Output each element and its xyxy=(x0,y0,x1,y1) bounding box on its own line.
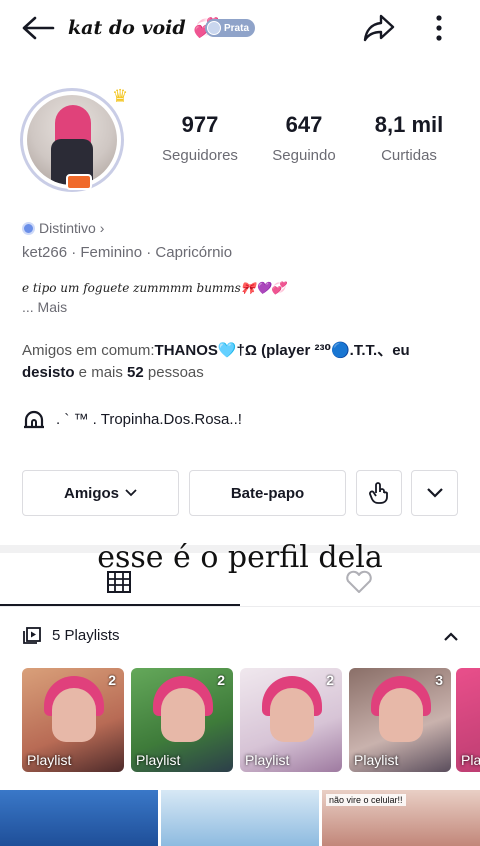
friends-button[interactable]: Amigos xyxy=(22,470,179,516)
camera-sticker-icon xyxy=(66,174,92,190)
dome-icon xyxy=(24,410,44,429)
video-thumbnail[interactable]: não vire o celular!! xyxy=(322,790,480,846)
playlist-card[interactable]: 2 Playlist xyxy=(240,668,342,772)
chevron-right-icon: › xyxy=(99,220,105,236)
top-bar: kat do void 💞 Prata xyxy=(0,0,480,56)
thumbnail-text: não vire o celular!! xyxy=(326,794,406,806)
arrow-left-icon xyxy=(22,16,55,40)
badge-label: Prata xyxy=(224,22,250,34)
video-caption: esse é o perfil dela xyxy=(97,540,383,575)
chat-button[interactable]: Bate-papo xyxy=(189,470,346,516)
more-options-button[interactable] xyxy=(424,10,454,46)
badge-icon xyxy=(207,21,221,35)
playlist-card[interactable]: 3 Playlist xyxy=(349,668,451,772)
mutual-friends[interactable]: Amigos em comum:THANOS🩵†Ω (player ²³⁰🔵.T… xyxy=(22,340,462,384)
profile-name: kat do void 💞 xyxy=(68,17,216,39)
video-thumbnail[interactable] xyxy=(0,790,158,846)
followers-stat[interactable]: 977 Seguidores xyxy=(156,112,244,164)
video-thumbnail[interactable] xyxy=(161,790,319,846)
vertical-dots-icon xyxy=(436,15,442,41)
chevron-down-icon xyxy=(125,489,137,497)
poke-button[interactable] xyxy=(356,470,402,516)
playlists-carousel: 2 Playlist 2 Playlist 2 Playlist 3 Playl… xyxy=(22,668,480,772)
distintivo-link[interactable]: Distintivo › xyxy=(22,220,104,236)
playlist-card[interactable]: 2 Playlist xyxy=(22,668,124,772)
share-button[interactable] xyxy=(360,10,398,46)
profile-bio: e tipo um foguete zummmm bumms🎀💜💞 xyxy=(22,281,286,295)
playlist-icon xyxy=(23,627,41,644)
bio-more-link[interactable]: ... Mais xyxy=(22,299,67,315)
following-stat[interactable]: 647 Seguindo xyxy=(262,112,346,164)
tabs-border xyxy=(0,606,480,607)
playlist-card[interactable]: Pla xyxy=(456,668,480,772)
share-arrow-icon xyxy=(363,14,395,42)
suggestions-toggle-button[interactable] xyxy=(411,470,458,516)
profile-avatar[interactable]: ♛ xyxy=(18,86,130,194)
group-link[interactable]: . ` ™ . Tropinha.Dos.Rosa..! xyxy=(22,408,242,430)
profile-meta: ket266 · Feminino · Capricórnio xyxy=(22,244,233,261)
video-grid: não vire o celular!! xyxy=(0,790,480,846)
crown-icon: ♛ xyxy=(112,86,129,106)
likes-stat[interactable]: 8,1 mil Curtidas xyxy=(362,112,456,164)
hand-pointer-icon xyxy=(369,482,388,504)
profile-stats: 977 Seguidores 647 Seguindo 8,1 mil Curt… xyxy=(150,112,460,172)
playlists-header: 5 Playlists xyxy=(22,626,120,644)
playlist-card[interactable]: 2 Playlist xyxy=(131,668,233,772)
distintivo-icon xyxy=(22,221,35,235)
chevron-down-icon xyxy=(426,488,443,498)
chevron-up-icon xyxy=(444,631,458,641)
collapse-playlists-button[interactable] xyxy=(438,624,464,648)
level-badge[interactable]: Prata xyxy=(205,19,256,37)
avatar xyxy=(27,95,117,185)
back-button[interactable] xyxy=(18,10,58,46)
